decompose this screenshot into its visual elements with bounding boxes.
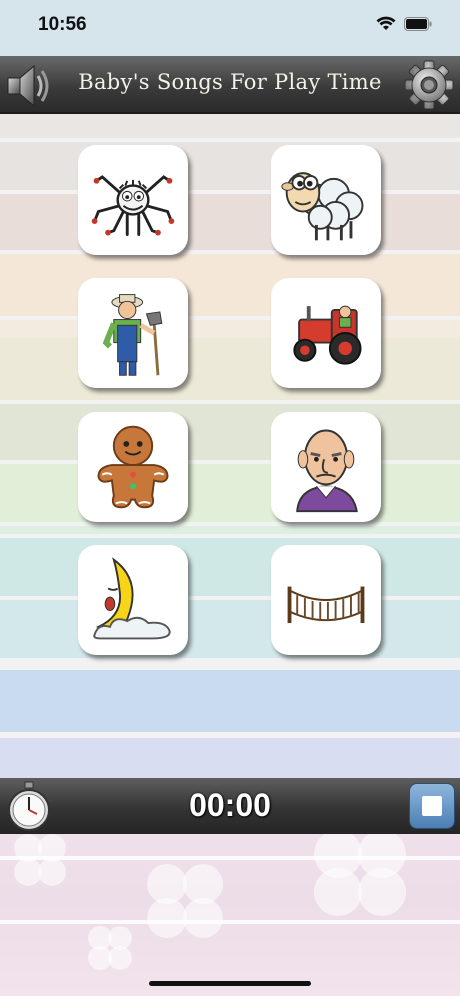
stop-icon — [422, 796, 442, 816]
stripe — [0, 738, 460, 778]
song-tile-bridge[interactable] — [271, 545, 381, 655]
stripe — [0, 254, 460, 316]
stripe — [0, 404, 460, 460]
timer-bar: 00:00 — [0, 778, 460, 834]
song-tile-sheep[interactable] — [271, 145, 381, 255]
stripe — [0, 526, 460, 534]
sleepy-moon-icon — [93, 557, 171, 640]
stripe — [0, 338, 460, 400]
bottom-decoration — [0, 834, 460, 996]
stripe — [0, 538, 460, 596]
tractor-icon — [293, 305, 362, 365]
gear-icon[interactable] — [404, 60, 454, 110]
status-time: 10:56 — [38, 14, 87, 35]
app-title: Baby's Songs For Play Time — [78, 70, 382, 94]
timer-display: 00:00 — [189, 787, 271, 823]
gingerbread-man-icon — [97, 425, 169, 509]
stripe — [0, 142, 460, 190]
stripe — [0, 114, 460, 138]
app-header: Baby's Songs For Play Time — [0, 56, 460, 114]
old-man-icon — [296, 429, 358, 513]
stop-button[interactable] — [409, 783, 455, 829]
wifi-icon — [376, 16, 396, 30]
striped-background — [0, 114, 460, 778]
status-bar: 10:56 — [0, 0, 460, 56]
song-tile-old-man[interactable] — [271, 412, 381, 522]
clover-watermark — [14, 834, 406, 970]
song-tile-tractor[interactable] — [271, 278, 381, 388]
song-tile-farmer[interactable] — [78, 278, 188, 388]
stripe — [0, 194, 460, 250]
battery-icon — [404, 17, 432, 31]
status-icons — [376, 16, 432, 32]
rope-bridge-icon — [287, 586, 365, 624]
home-indicator[interactable] — [149, 981, 311, 986]
song-tile-spider[interactable] — [78, 145, 188, 255]
stripe — [0, 464, 460, 522]
stripe — [0, 670, 460, 732]
stripe — [0, 320, 460, 338]
stripe — [0, 600, 460, 658]
sheep-icon — [281, 172, 364, 241]
song-tile-gingerbread[interactable] — [78, 412, 188, 522]
song-tile-moon[interactable] — [78, 545, 188, 655]
farmer-icon — [102, 294, 163, 376]
spider-icon — [91, 175, 175, 236]
